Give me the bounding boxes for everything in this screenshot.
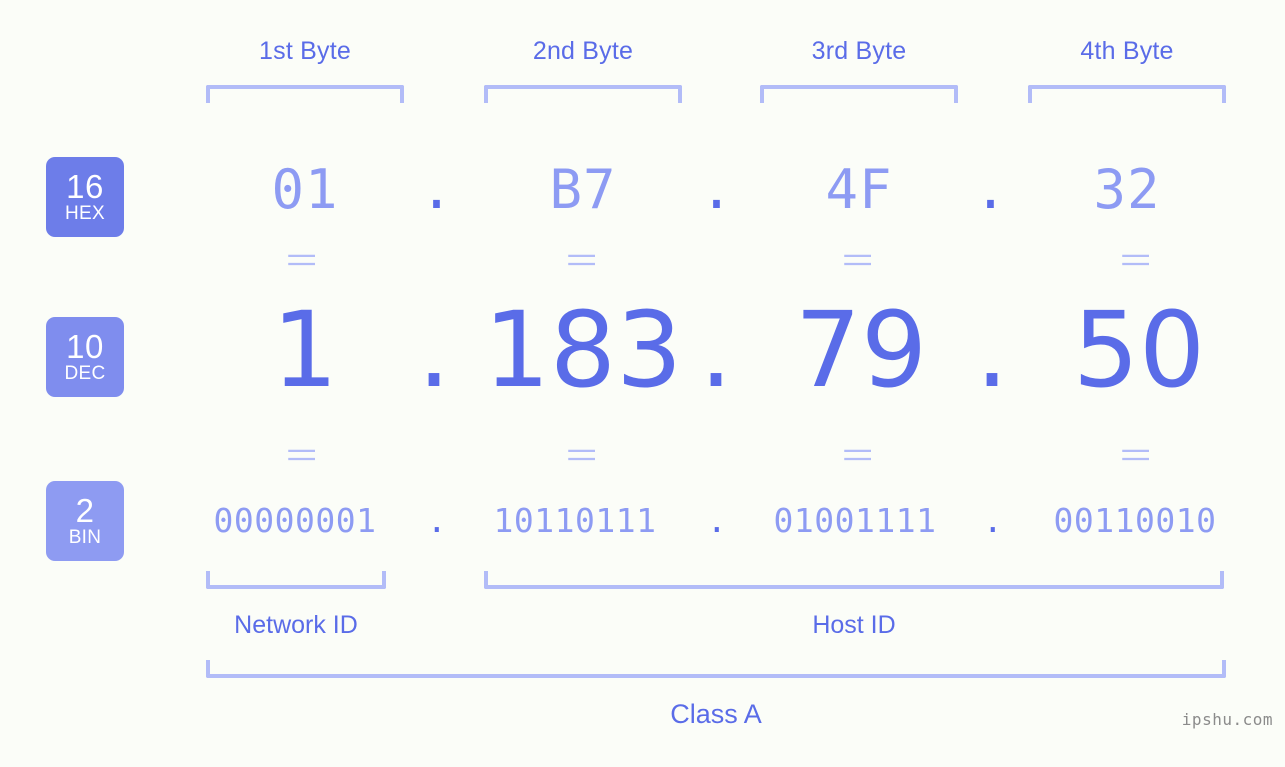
byte-header-label-4: 4th Byte [1080,37,1174,65]
hex-octet-3: 4F [825,158,893,221]
dec-octet-4: 50 [1072,289,1206,411]
network-id-label: Network ID [234,611,358,639]
equals-sign-2-2: || [567,446,599,463]
class-bracket [206,660,1226,678]
class-label: Class A [670,699,762,729]
equals-sign-1-3: || [843,251,875,268]
hex-octet-4: 32 [1093,158,1161,221]
bin-octet-2: 10110111 [493,501,657,540]
host-id-label: Host ID [812,611,896,639]
hex-octet-2: B7 [549,158,617,221]
bin-octet-3: 01001111 [773,501,937,540]
bin-separator-2: . [706,501,728,540]
decimal-value-row: 1 . 183 . 79 . 50 [0,290,1285,410]
equals-sign-1-2: || [567,251,599,268]
bin-octet-4: 00110010 [1053,501,1217,540]
bin-octet-1: 00000001 [213,501,377,540]
ip-address-breakdown-diagram: 1st Byte 2nd Byte 3rd Byte 4th Byte 16 H… [0,0,1285,767]
hex-value-row: 01 . B7 . 4F . 32 [0,150,1285,230]
equals-sign-2-3: || [843,446,875,463]
bin-separator-3: . [982,501,1004,540]
dec-octet-3: 79 [794,289,928,411]
hex-separator-2: . [700,158,734,221]
byte-header-label-2: 2nd Byte [532,37,634,65]
equals-sign-1-1: || [287,251,319,268]
site-watermark: ipshu.com [1181,710,1273,729]
binary-value-row: 00000001 . 10110111 . 01001111 . 0011001… [0,490,1285,552]
equals-sign-2-4: || [1121,446,1153,463]
bin-separator-1: . [426,501,448,540]
equals-sign-2-1: || [287,446,319,463]
byte-header-label-3: 3rd Byte [811,37,907,65]
byte-bracket-4 [1028,85,1226,103]
network-id-bracket [206,571,386,589]
hex-octet-1: 01 [271,158,339,221]
dec-separator-3: . [975,289,1009,411]
hex-separator-1: . [420,158,454,221]
hex-separator-3: . [974,158,1008,221]
byte-bracket-3 [760,85,958,103]
equals-sign-1-4: || [1121,251,1153,268]
byte-bracket-2 [484,85,682,103]
dec-octet-2: 183 [483,289,683,411]
byte-bracket-1 [206,85,404,103]
dec-octet-1: 1 [271,289,339,411]
byte-header-label-1: 1st Byte [259,37,351,65]
dec-separator-2: . [699,289,733,411]
dec-separator-1: . [417,289,451,411]
host-id-bracket [484,571,1224,589]
